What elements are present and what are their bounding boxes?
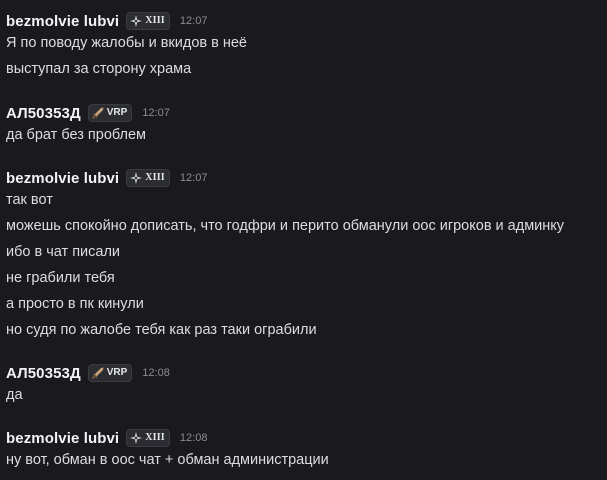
message-line: да брат без проблем (6, 127, 147, 143)
tag-text: XIII (145, 15, 165, 26)
server-tag[interactable]: XIII (126, 12, 170, 30)
author-name[interactable]: АЛ50353Д (6, 105, 81, 122)
message-group: bezmolvie lubvi XIII 12:07 Я по поводу ж… (6, 10, 607, 84)
tag-text: VRP (106, 107, 128, 118)
message-line: не грабили тебя (6, 270, 115, 286)
author-name[interactable]: bezmolvie lubvi (6, 430, 119, 447)
server-tag[interactable]: XIII (126, 169, 170, 187)
sword-icon (91, 367, 104, 379)
message-group: АЛ50353Д VRP 12:08 да (6, 362, 607, 410)
message-group: bezmolvie lubvi XIII 12:08 ну вот, обман… (6, 427, 607, 475)
message-line: Я по поводу жалобы и вкидов в неё (6, 35, 247, 51)
message-line: ибо в чат писали (6, 244, 121, 260)
message-header: АЛ50353Д VRP 12:07 (6, 102, 607, 124)
timestamp: 12:07 (179, 15, 208, 27)
timestamp: 12:08 (179, 432, 208, 444)
tag-text: XIII (145, 432, 165, 443)
sword-icon (91, 107, 104, 119)
shuriken-icon (130, 15, 143, 27)
timestamp: 12:07 (142, 107, 170, 119)
message-group: bezmolvie lubvi XIII 12:07 так вот можеш… (6, 167, 607, 345)
message-line: ну вот, обман в оос чат + обман админист… (6, 452, 329, 468)
author-name[interactable]: bezmolvie lubvi (6, 13, 119, 30)
message-line: да (6, 387, 23, 403)
message-header: bezmolvie lubvi XIII 12:07 (6, 10, 607, 32)
message-group: АЛ50353Д VRP 12:07 да брат без проблем (6, 102, 607, 150)
chat-log: bezmolvie lubvi XIII 12:07 Я по поводу ж… (0, 0, 607, 480)
author-name[interactable]: АЛ50353Д (6, 365, 81, 382)
message-line: выступал за сторону храма (6, 61, 192, 77)
timestamp: 12:08 (142, 367, 170, 379)
server-tag[interactable]: VRP (87, 364, 133, 382)
message-header: bezmolvie lubvi XIII 12:08 (6, 427, 607, 449)
message-line: так вот (6, 192, 53, 208)
tag-text: XIII (145, 172, 165, 183)
message-header: АЛ50353Д VRP 12:08 (6, 362, 607, 384)
author-name[interactable]: bezmolvie lubvi (6, 170, 119, 187)
tag-text: VRP (106, 367, 128, 378)
timestamp: 12:07 (179, 172, 208, 184)
message-line: но судя по жалобе тебя как раз таки огра… (6, 322, 317, 338)
message-header: bezmolvie lubvi XIII 12:07 (6, 167, 607, 189)
server-tag[interactable]: VRP (87, 104, 133, 122)
server-tag[interactable]: XIII (126, 429, 170, 447)
shuriken-icon (130, 172, 143, 184)
shuriken-icon (130, 432, 143, 444)
message-line: а просто в пк кинули (6, 296, 144, 312)
message-line: можешь спокойно дописать, что годфри и п… (6, 218, 565, 234)
